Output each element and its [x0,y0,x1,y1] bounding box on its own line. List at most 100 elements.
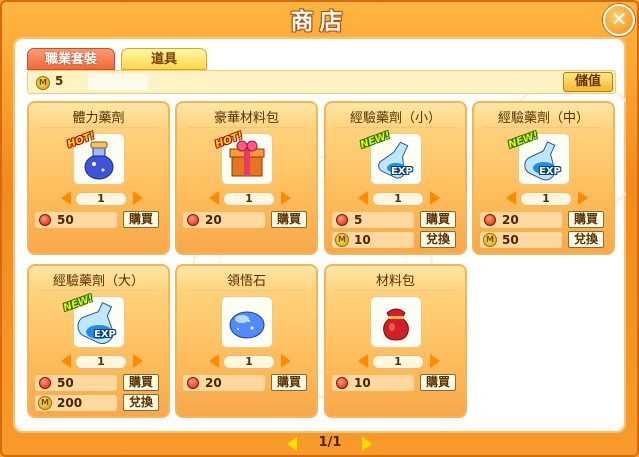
exchange-button[interactable]: 兌換 [123,394,159,411]
price-value: 200 [57,396,83,410]
gem-icon [39,214,51,226]
quantity-value[interactable]: 1 [75,192,127,206]
red-pouch-icon [383,308,409,341]
increase-arrow[interactable] [133,354,143,368]
item-name: 經驗藥劑（小） [349,111,441,126]
decrease-arrow[interactable] [358,354,368,368]
coin-icon: M [335,233,349,247]
increase-arrow[interactable] [281,354,291,368]
quantity-value[interactable]: 1 [372,355,424,369]
exchange-button[interactable]: 兌換 [420,231,456,248]
exchange-button[interactable]: 兌換 [568,231,604,248]
wallet-bar: M 5 [27,70,616,94]
coin-icon: M [38,396,52,410]
divider [39,290,158,291]
item-card: 經驗藥劑（中） EXP NEW! 1 20 購買 M 50 兌換 [472,101,615,255]
decrease-arrow[interactable] [209,191,219,205]
increase-arrow[interactable] [578,191,588,205]
quantity-value[interactable]: 1 [372,192,424,206]
item-name: 體力藥劑 [72,111,125,126]
gem-icon [187,377,199,389]
divider [39,127,158,128]
price-value: 10 [354,233,371,247]
increase-arrow[interactable] [133,191,143,205]
item-card: 經驗藥劑（大） EXP NEW! 1 50 購買 M 200 兌換 [27,264,170,418]
quantity-value[interactable]: 1 [75,355,127,369]
divider [484,127,603,128]
price-value: 50 [57,376,74,390]
price-row: 20 購買 [183,211,310,229]
divider [187,127,306,128]
buy-button[interactable]: 購買 [420,211,456,228]
increase-arrow[interactable] [430,354,440,368]
item-name: 領悟石 [226,274,266,289]
price-row: M 50 兌換 [480,231,607,249]
top-up-button[interactable]: 儲值 [563,72,613,92]
item-icon-box[interactable] [370,296,422,348]
price-row: M 10 兌換 [332,231,459,249]
pagination: 1/1 [0,434,639,454]
item-name: 豪華材料包 [213,111,279,126]
divider [336,290,455,291]
item-icon-box[interactable] [221,296,273,348]
price-value: 20 [205,213,222,227]
prev-page-arrow[interactable] [287,437,297,451]
divider [336,127,455,128]
exp-label: EXP [94,329,116,340]
increase-arrow[interactable] [281,191,291,205]
item-card: 經驗藥劑（小） EXP NEW! 1 5 購買 M 10 兌換 [324,101,467,255]
buy-button[interactable]: 購買 [123,374,159,391]
gem-icon [187,214,199,226]
decrease-arrow[interactable] [506,191,516,205]
price-row: M 200 兌換 [35,394,162,412]
price-row: 20 購買 [480,211,607,229]
coin-icon: M [483,233,497,247]
buy-button[interactable]: 購買 [568,211,604,228]
coin-icon: M [36,76,50,90]
wallet-padding [88,74,148,90]
quantity-value[interactable]: 1 [223,355,275,369]
item-name: 經驗藥劑（大） [52,274,144,289]
price-row: 20 購買 [183,374,310,392]
item-card: 領悟石 1 20 購買 [175,264,318,418]
quantity-value[interactable]: 1 [223,192,275,206]
decrease-arrow[interactable] [358,191,368,205]
price-value: 10 [354,376,371,390]
price-row: 10 購買 [332,374,459,392]
window-title: 商店 [290,9,349,35]
price-row: 50 購買 [35,211,162,229]
exp-label: EXP [539,166,561,177]
price-value: 20 [205,376,222,390]
quantity-value[interactable]: 1 [520,192,572,206]
tab-job-outfits[interactable]: 職業套裝 [27,48,115,70]
tab-items[interactable]: 道具 [121,48,207,70]
item-card: 材料包 1 10 購買 [324,264,467,418]
buy-button[interactable]: 購買 [420,374,456,391]
buy-button[interactable]: 購買 [271,374,307,391]
gem-icon [336,214,348,226]
gem-icon [39,377,51,389]
item-card: 體力藥劑 HOT! 1 50 購買 [27,101,170,255]
price-value: 5 [354,213,363,227]
decrease-arrow[interactable] [209,354,219,368]
close-button[interactable]: ✕ [603,4,635,36]
decrease-arrow[interactable] [61,354,71,368]
gem-icon [484,214,496,226]
price-value: 20 [502,213,519,227]
decrease-arrow[interactable] [61,191,71,205]
divider [187,290,306,291]
buy-button[interactable]: 購買 [271,211,307,228]
next-page-arrow[interactable] [362,437,372,451]
price-row: 5 購買 [332,211,459,229]
wallet-amount: 5 [55,74,64,88]
price-row: 50 購買 [35,374,162,392]
page-indicator: 1/1 [318,435,342,450]
increase-arrow[interactable] [430,191,440,205]
blue-stone-icon [229,311,265,339]
item-card: 豪華材料包 HOT! 1 20 購買 [175,101,318,255]
price-value: 50 [57,213,74,227]
item-name: 材料包 [375,274,415,289]
item-name: 經驗藥劑（中） [497,111,589,126]
buy-button[interactable]: 購買 [123,211,159,228]
price-value: 50 [502,233,519,247]
